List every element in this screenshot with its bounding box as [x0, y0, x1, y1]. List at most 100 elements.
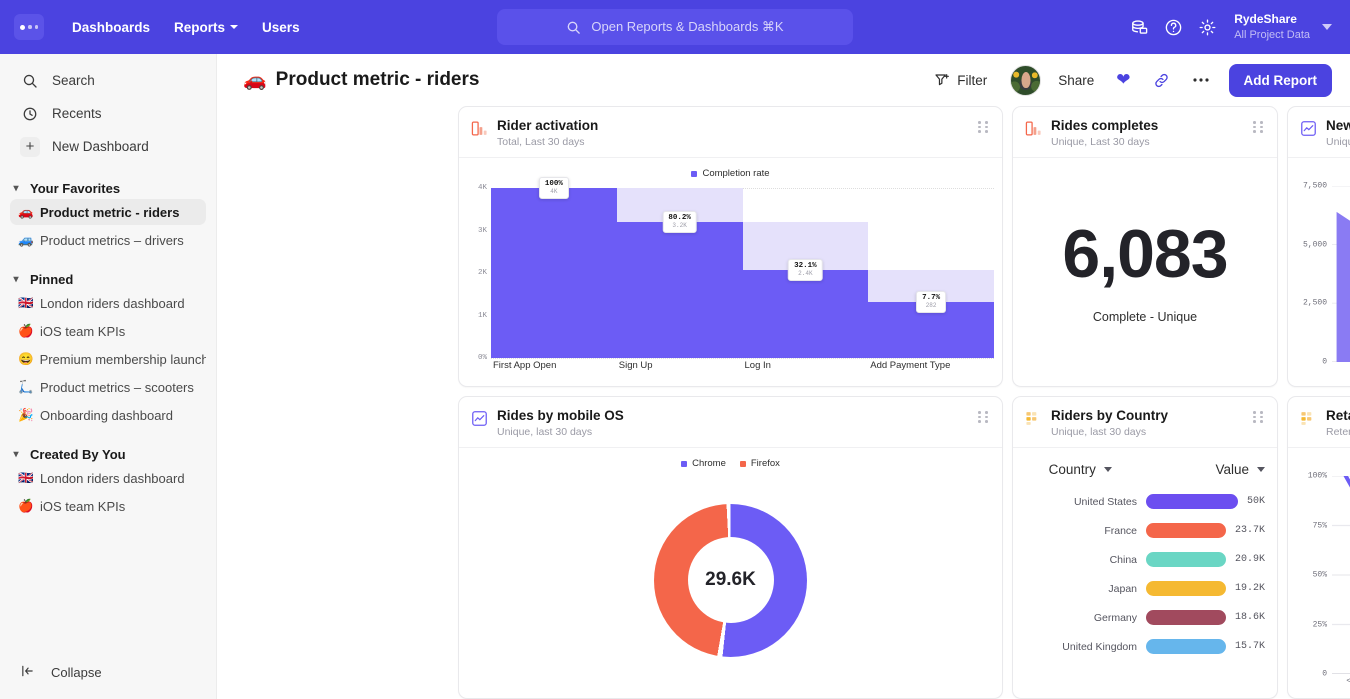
bar-chart-icon — [1025, 120, 1042, 137]
global-search-button[interactable]: Open Reports & Dashboards ⌘K — [497, 9, 853, 45]
card-title: Rider activation — [497, 118, 969, 133]
card-drag-handle[interactable] — [978, 121, 990, 135]
avatar[interactable] — [1010, 65, 1041, 96]
funnel-bar-add-payment-type[interactable]: 7.7% 282 — [868, 188, 994, 358]
bar-tooltip: 80.2% 3.2K — [662, 211, 697, 233]
card-header: Retained riders Retention, Jul 27th 2021… — [1288, 397, 1350, 448]
row-value: 50K — [1247, 496, 1265, 507]
column-header-value[interactable]: Value — [1139, 462, 1265, 477]
card-body: Average Retention 100% 75% 50% 25% 0 — [1288, 448, 1350, 698]
clock-icon — [20, 106, 40, 122]
more-options-button[interactable] — [1183, 70, 1219, 90]
add-report-button[interactable]: Add Report — [1229, 64, 1333, 97]
table-row[interactable]: United States 50K — [1021, 487, 1265, 516]
x-tick: First App Open — [491, 360, 617, 380]
sidebar-collapse-button[interactable]: Collapse — [0, 664, 216, 681]
sidebar-item-ios-team-kpis-created[interactable]: 🍎 iOS team KPIs — [10, 493, 206, 519]
sidebar-section-created-by-you[interactable]: ▾ Created By You — [0, 447, 216, 462]
help-circle-icon — [1164, 18, 1183, 37]
sidebar-section-pinned[interactable]: ▾ Pinned — [0, 272, 216, 287]
sidebar-item-london-riders-dashboard-created[interactable]: 🇬🇧 London riders dashboard — [10, 465, 206, 491]
row-bar — [1146, 523, 1226, 538]
row-bar — [1146, 494, 1238, 509]
y-tick: 0 — [1322, 358, 1327, 367]
sidebar-item-recents[interactable]: Recents — [6, 97, 210, 130]
plot-area — [1332, 476, 1350, 674]
card-drag-handle[interactable] — [978, 411, 990, 425]
tooltip-subvalue: 2.4K — [794, 270, 817, 277]
table-row[interactable]: France 23.7K — [1021, 516, 1265, 545]
favorite-button[interactable]: ❤ — [1107, 64, 1139, 96]
sidebar-item-search[interactable]: Search — [6, 64, 210, 97]
sidebar-section-your-favorites[interactable]: ▾ Your Favorites — [0, 181, 216, 196]
nav-item-users[interactable]: Users — [250, 14, 312, 41]
tooltip-subvalue: 3.2K — [668, 222, 691, 229]
help-button[interactable] — [1156, 10, 1190, 44]
line-chart-icon — [1300, 120, 1317, 137]
card-subtitle: Unique, last 30 days — [497, 426, 969, 438]
filter-icon — [934, 72, 950, 88]
row-value: 18.6K — [1235, 612, 1265, 623]
donut-ring[interactable]: 29.6K — [654, 504, 807, 657]
legend-item: Completion rate — [691, 168, 769, 179]
sidebar-item-london-riders-dashboard[interactable]: 🇬🇧 London riders dashboard — [10, 290, 206, 316]
settings-button[interactable] — [1190, 10, 1224, 44]
x-tick: Log In — [743, 360, 869, 380]
legend-swatch — [691, 171, 697, 177]
filter-button[interactable]: Filter — [925, 66, 996, 94]
sidebar-item-label: iOS team KPIs — [40, 324, 125, 339]
account-switcher[interactable]: RydeShare All Project Data — [1234, 11, 1336, 42]
donut-chart: 29.6K — [459, 448, 1002, 698]
metric-value: 6,083 — [1062, 220, 1227, 288]
column-header-country[interactable]: Country — [1021, 462, 1139, 477]
search-icon — [566, 20, 581, 35]
card-rides-by-mobile-os: Rides by mobile OS Unique, last 30 days … — [458, 396, 1003, 699]
funnel-bar-sign-up[interactable]: 80.2% 3.2K — [617, 188, 743, 358]
bar-tooltip: 7.7% 282 — [916, 291, 946, 313]
sidebar-item-label: London riders dashboard — [40, 296, 185, 311]
funnel-bar-log-in[interactable]: 32.1% 2.4K — [743, 188, 869, 358]
plot-area — [1332, 186, 1350, 362]
sidebar-item-ios-team-kpis[interactable]: 🍎 iOS team KPIs — [10, 318, 206, 344]
x-axis: <1 Week 2 Week 3 Week — [1332, 676, 1350, 694]
card-title: New rewards users — [1326, 118, 1350, 133]
sidebar-item-label: Search — [52, 73, 95, 88]
share-button[interactable]: Share — [1049, 67, 1103, 94]
table-row[interactable]: China 20.9K — [1021, 545, 1265, 574]
table-header: Country Value — [1021, 448, 1265, 487]
card-body: Chrome Firefox 29.6K — [459, 448, 1002, 698]
table-row[interactable]: Germany 18.6K — [1021, 603, 1265, 632]
nav-item-reports[interactable]: Reports — [162, 14, 250, 41]
account-scope: All Project Data — [1234, 28, 1310, 43]
funnel-bar-first-app-open[interactable]: 100% 4K — [491, 188, 617, 358]
card-drag-handle[interactable] — [1253, 411, 1265, 425]
nav-item-dashboards[interactable]: Dashboards — [60, 14, 162, 41]
plus-icon: + — [20, 137, 40, 157]
table-row[interactable]: Japan 19.2K — [1021, 574, 1265, 603]
main-content: 🚗 Product metric - riders Filter Share — [217, 54, 1350, 699]
chevron-down-icon: ▾ — [10, 184, 22, 194]
app-logo-icon[interactable] — [14, 14, 44, 40]
table-row[interactable]: United Kingdom 15.7K — [1021, 632, 1265, 661]
row-bar — [1146, 610, 1226, 625]
x-tick: <1 Week — [1346, 676, 1350, 686]
sidebar-item-onboarding-dashboard[interactable]: 🎉 Onboarding dashboard — [10, 402, 206, 428]
card-retained-riders: Retained riders Retention, Jul 27th 2021… — [1287, 396, 1350, 699]
row-value: 23.7K — [1235, 525, 1265, 536]
card-drag-handle[interactable] — [1253, 121, 1265, 135]
row-bar — [1146, 552, 1226, 567]
copy-link-button[interactable] — [1144, 66, 1179, 95]
sidebar-item-product-metric-riders[interactable]: 🚗 Product metric - riders — [10, 199, 206, 225]
sidebar-item-product-metrics-scooters[interactable]: 🛴 Product metrics – scooters — [10, 374, 206, 400]
y-tick: 2,500 — [1303, 299, 1327, 308]
card-header: Rides by mobile OS Unique, last 30 days — [459, 397, 1002, 448]
sidebar-item-premium-membership-launch[interactable]: 😄 Premium membership launch — [10, 346, 206, 372]
donut-center-value: 29.6K — [688, 537, 774, 623]
card-title: Riders by Country — [1051, 408, 1244, 423]
sidebar-item-product-metrics-drivers[interactable]: 🚙 Product metrics – drivers — [10, 227, 206, 253]
collapse-label: Collapse — [51, 665, 102, 680]
sidebar-item-label: Product metrics – scooters — [40, 380, 194, 395]
sidebar-item-new-dashboard[interactable]: + New Dashboard — [6, 130, 210, 163]
tooltip-value: 32.1% — [794, 262, 817, 270]
database-button[interactable] — [1122, 10, 1156, 44]
